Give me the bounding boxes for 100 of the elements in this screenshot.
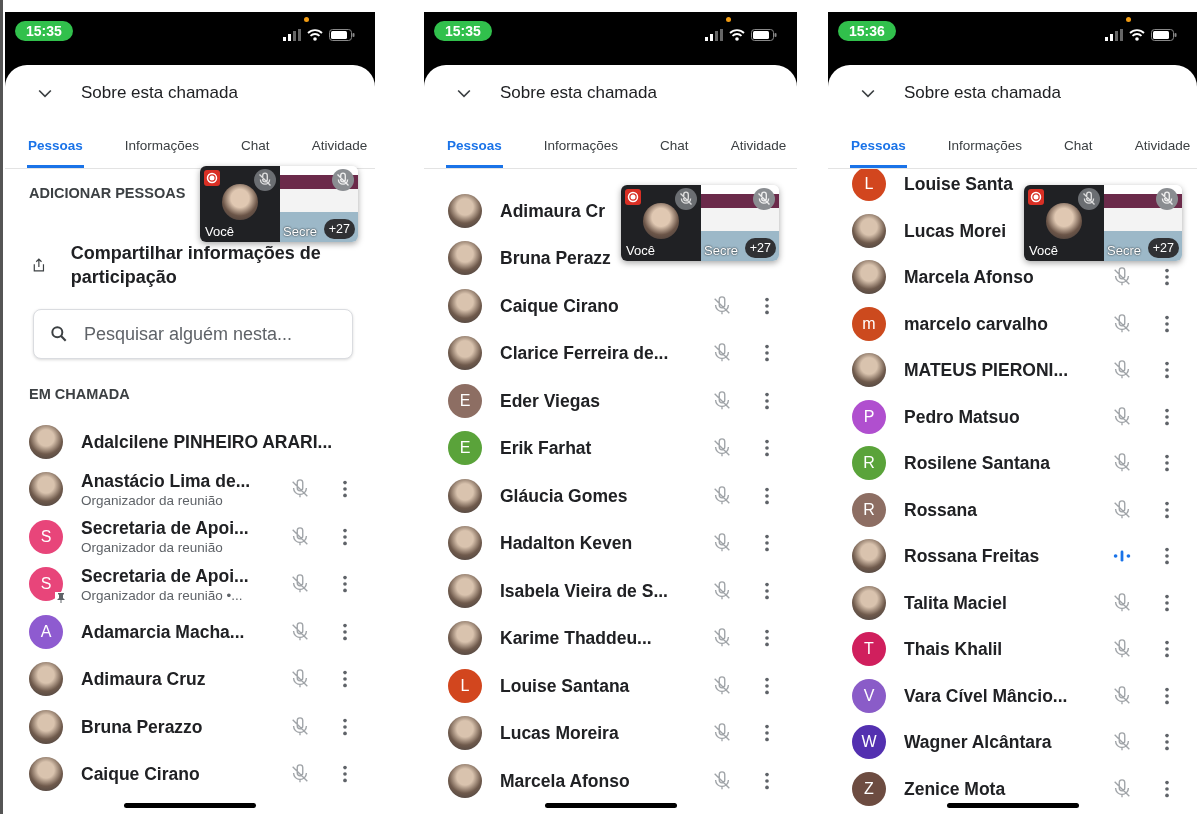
- participant-name: Lucas Moreira: [500, 722, 619, 745]
- participant-name: Anastácio Lima de...: [81, 469, 251, 492]
- avatar-initial: m: [852, 306, 886, 341]
- tile-label: Você: [1029, 243, 1058, 258]
- participant-name: Thais Khalil: [904, 638, 1003, 661]
- search-field[interactable]: Pesquisar alguém nesta...: [33, 309, 353, 359]
- avatar-initial: W: [852, 725, 886, 760]
- avatar-initial: A: [29, 614, 63, 649]
- recording-icon: [204, 170, 220, 186]
- recording-icon: [1028, 189, 1044, 205]
- participant-name: Adamarcia Macha...: [81, 620, 245, 643]
- avatar-initial: R: [852, 492, 886, 527]
- mic-off-icon: [254, 169, 276, 191]
- participant-role: Organizador da reunião •...: [81, 586, 243, 604]
- avatar-initial: V: [852, 678, 886, 713]
- participant-name: Pedro Matsuo: [904, 405, 1020, 428]
- participant-role: Organizador da reunião: [81, 539, 223, 557]
- section-heading: ADICIONAR PESSOAS: [28, 184, 186, 203]
- participant-name: Zenice Mota: [904, 777, 1006, 800]
- participant-name: MATEUS PIERONI...: [904, 359, 1068, 382]
- participant-name: Louise Santana: [500, 674, 630, 697]
- sheet-title: Sobre esta chamada: [500, 82, 657, 103]
- participant-name: Isabela Vieira de S...: [500, 579, 668, 602]
- participant-name: Bruna Perazzo: [81, 715, 203, 738]
- tab[interactable]: Informações: [946, 138, 1024, 168]
- participant-name: Hadalton Keven: [500, 532, 633, 555]
- wifi-icon: [307, 29, 323, 41]
- participant-name: Marcela Afonso: [904, 266, 1034, 289]
- privacy-indicator-icon: [304, 17, 309, 22]
- participant-count-badge: +27: [1147, 238, 1179, 258]
- tile-label: Secre: [283, 224, 317, 239]
- tile-label: Secre: [704, 243, 738, 258]
- avatar-initial: E: [448, 431, 482, 466]
- participant-name: Lucas Morei: [904, 219, 1007, 242]
- participant-name: Caique Cirano: [500, 294, 619, 317]
- signal-icon: [283, 29, 301, 41]
- tile-label: Você: [626, 243, 655, 258]
- privacy-indicator-icon: [726, 17, 731, 22]
- participant-name: Talita Maciel: [904, 591, 1007, 614]
- tab[interactable]: Chat: [659, 138, 690, 168]
- tab[interactable]: Atividade: [310, 138, 369, 168]
- tile-label: Você: [205, 224, 234, 239]
- tab[interactable]: Informações: [542, 138, 620, 168]
- avatar-initial: T: [852, 632, 886, 667]
- participant-name: Adalcilene PINHEIRO ARARI...: [81, 430, 333, 453]
- avatar-photo: [222, 184, 258, 220]
- tab[interactable]: Pessoas: [27, 138, 84, 168]
- privacy-indicator-icon: [1126, 17, 1131, 22]
- participant-name: Gláucia Gomes: [500, 484, 628, 507]
- recording-icon: [625, 189, 641, 205]
- participant-name: Clarice Ferreira de...: [500, 342, 669, 365]
- participant-name: Secretaria de Apoi...: [81, 517, 249, 540]
- avatar-photo: [1046, 203, 1082, 239]
- participant-name: Marcela Afonso: [500, 769, 630, 792]
- tab[interactable]: Pessoas: [446, 138, 503, 168]
- participant-name: Adimaura Cruz: [81, 668, 206, 691]
- participant-name: Secretaria de Apoi...: [81, 564, 249, 587]
- participant-name: Eder Viegas: [500, 389, 600, 412]
- signal-icon: [1105, 29, 1123, 41]
- participant-name: Louise Santa: [904, 173, 1013, 196]
- participant-name: Wagner Alcântara: [904, 731, 1052, 754]
- section-heading: EM CHAMADA: [28, 385, 130, 404]
- sheet-title: Sobre esta chamada: [81, 82, 238, 103]
- status-time: 15:36: [838, 21, 896, 41]
- participant-name: Erik Farhat: [500, 437, 592, 460]
- search-icon: [49, 324, 69, 344]
- avatar-initial: S: [29, 519, 63, 554]
- avatar-initial: P: [852, 399, 886, 434]
- mic-off-icon: [753, 188, 775, 210]
- participant-role: Organizador da reunião: [81, 491, 223, 509]
- tab[interactable]: Atividade: [1133, 138, 1192, 168]
- participant-name: Bruna Perazz: [500, 247, 611, 270]
- avatar-photo: [643, 203, 679, 239]
- wifi-icon: [729, 29, 745, 41]
- avatar-initial: R: [852, 446, 886, 481]
- mic-off-icon: [332, 169, 354, 191]
- participant-name: Adimaura Cr: [500, 199, 606, 222]
- mic-off-icon: [1078, 188, 1100, 210]
- participant-name: Rossana: [904, 498, 977, 521]
- battery-icon: [751, 29, 777, 41]
- status-time: 15:35: [434, 21, 492, 41]
- signal-icon: [705, 29, 723, 41]
- participant-name: Rosilene Santana: [904, 452, 1050, 475]
- mic-off-icon: [675, 188, 697, 210]
- battery-icon: [329, 29, 355, 41]
- tab[interactable]: Informações: [123, 138, 201, 168]
- avatar-initial: S: [29, 567, 63, 602]
- avatar-initial: L: [448, 668, 482, 703]
- wifi-icon: [1129, 29, 1145, 41]
- participant-name: Karime Thaddeu...: [500, 627, 652, 650]
- avatar-initial: E: [448, 383, 482, 418]
- participant-name: Vara Cível Mâncio...: [904, 684, 1068, 707]
- tab[interactable]: Chat: [240, 138, 271, 168]
- participant-name: Caique Cirano: [81, 763, 200, 786]
- tab[interactable]: Atividade: [729, 138, 788, 168]
- mic-off-icon: [1156, 188, 1178, 210]
- participant-count-badge: +27: [744, 238, 776, 258]
- avatar-initial: Z: [852, 771, 886, 806]
- tile-label: Secre: [1107, 243, 1141, 258]
- tab[interactable]: Chat: [1063, 138, 1094, 168]
